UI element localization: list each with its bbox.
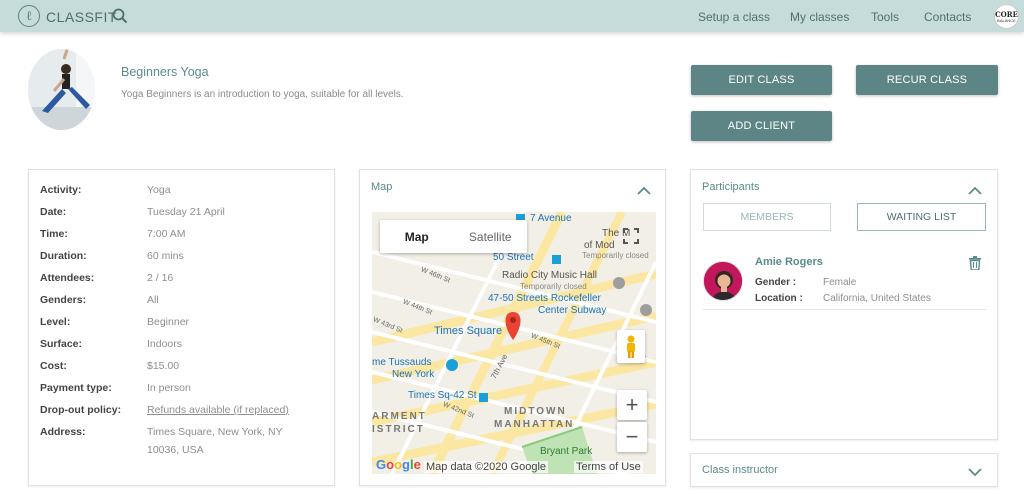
class-instructor-title: Class instructor: [702, 464, 778, 476]
top-navigation-bar: ℓ CLASSFIT Setup a class My classes Tool…: [0, 0, 1024, 32]
map-card-title: Map: [371, 181, 393, 193]
participant-gender-label: Gender :: [755, 277, 797, 288]
edit-class-button[interactable]: EDIT CLASS: [691, 65, 832, 95]
classfit-logo-icon[interactable]: ℓ: [18, 5, 40, 27]
class-details-card: Activity: Yoga Date: Tuesday 21 April Ti…: [28, 169, 335, 486]
nav-contacts[interactable]: Contacts: [924, 10, 971, 24]
terms-of-use-link[interactable]: Terms of Use: [574, 461, 643, 473]
participants-card: Participants MEMBERS WAITING LIST Amie R…: [690, 169, 998, 440]
detail-label: Duration:: [40, 250, 87, 262]
detail-label: Genders:: [40, 294, 87, 306]
map-label: Times Sq-42 St: [408, 390, 477, 401]
participant-gender: Female: [823, 277, 857, 288]
map-label: 7 Avenue: [530, 213, 572, 224]
tab-members[interactable]: MEMBERS: [703, 203, 831, 231]
tab-waiting-list[interactable]: WAITING LIST: [857, 203, 986, 231]
yoga-pose-illustration: [28, 49, 95, 130]
participant-avatar-illustration: [704, 262, 742, 300]
class-photo: [28, 49, 95, 130]
map-card: Map 7 Avenue The M of Mod Temporarily cl…: [359, 169, 666, 486]
google-logo[interactable]: Google: [376, 457, 421, 472]
chevron-down-icon[interactable]: [968, 467, 982, 477]
detail-label: Surface:: [40, 338, 83, 350]
detail-value: Times Square, New York, NY: [147, 426, 283, 438]
detail-label: Attendees:: [40, 272, 95, 284]
map-label: MANHATTAN: [494, 419, 575, 430]
brand-name[interactable]: CLASSFIT: [46, 9, 117, 25]
dropout-policy-link[interactable]: Refunds available (if replaced): [147, 404, 289, 416]
account-avatar-subtext: BALANCE: [997, 17, 1016, 23]
chevron-up-icon[interactable]: [637, 186, 651, 196]
detail-value: $15.00: [147, 360, 180, 372]
trash-icon[interactable]: [969, 256, 981, 270]
fullscreen-icon[interactable]: [623, 228, 639, 244]
detail-value: Indoors: [147, 338, 183, 350]
add-client-button[interactable]: ADD CLIENT: [691, 111, 832, 141]
detail-label: Date:: [40, 206, 67, 218]
map-label: Bryant Park: [540, 446, 593, 457]
detail-value: 60 mins: [147, 250, 184, 262]
detail-value-line-2: 10036, USA: [147, 444, 204, 456]
recur-class-button[interactable]: RECUR CLASS: [856, 65, 998, 95]
map-label: New York: [392, 369, 435, 380]
detail-value: All: [147, 294, 159, 306]
map-type-map[interactable]: Map: [380, 220, 454, 253]
chevron-up-icon[interactable]: [968, 186, 982, 196]
nav-setup-class[interactable]: Setup a class: [698, 10, 770, 24]
map-type-toggle: Map Satellite: [380, 220, 527, 253]
map-label: 47-50 Streets Rockefeller: [488, 293, 601, 304]
search-icon[interactable]: [112, 8, 128, 24]
class-description: Yoga Beginners is an introduction to yog…: [121, 89, 404, 100]
participant-name[interactable]: Amie Rogers: [755, 256, 823, 268]
nav-my-classes[interactable]: My classes: [790, 10, 849, 24]
map-label: Times Square: [434, 325, 503, 337]
detail-label: Payment type:: [40, 382, 112, 394]
detail-value: Yoga: [147, 184, 171, 196]
detail-value: In person: [147, 382, 191, 394]
map-label: ARMENT: [372, 411, 427, 422]
pegman-icon: [627, 335, 635, 358]
detail-label: Drop-out policy:: [40, 404, 122, 416]
nav-tools[interactable]: Tools: [871, 10, 899, 24]
map-label: me Tussauds: [372, 357, 432, 368]
detail-label: Activity:: [40, 184, 82, 196]
map-label: of Mod: [584, 240, 615, 251]
map-label: Temporarily closed: [582, 251, 649, 260]
map-data-attribution: Map data ©2020 Google: [424, 461, 549, 473]
map-view[interactable]: 7 Avenue The M of Mod Temporarily closed…: [372, 212, 656, 474]
zoom-in-button[interactable]: +: [617, 390, 647, 420]
map-type-satellite[interactable]: Satellite: [454, 220, 528, 253]
participant-location-label: Location :: [755, 293, 803, 304]
detail-value: 7:00 AM: [147, 228, 186, 240]
participant-divider: [703, 309, 987, 310]
class-instructor-card[interactable]: Class instructor: [690, 453, 998, 487]
map-label: ISTRICT: [372, 424, 425, 435]
zoom-out-button[interactable]: −: [617, 422, 647, 452]
map-label: 50 Street: [493, 252, 534, 263]
map-label: MIDTOWN: [504, 406, 567, 417]
participant-avatar: [703, 261, 743, 301]
detail-label: Level:: [40, 316, 71, 328]
detail-label: Time:: [40, 228, 68, 240]
class-title: Beginners Yoga: [121, 65, 209, 79]
detail-value: Beginner: [147, 316, 190, 328]
account-avatar-text: CORE: [995, 9, 1018, 19]
detail-label: Cost:: [40, 360, 67, 372]
detail-label: Address:: [40, 426, 86, 438]
account-avatar[interactable]: CORE BALANCE: [994, 4, 1019, 29]
detail-value: Tuesday 21 April: [147, 206, 225, 218]
street-view-pegman[interactable]: [617, 330, 645, 363]
participant-location: California, United States: [823, 293, 931, 304]
map-label: Radio City Music Hall: [502, 270, 598, 281]
map-label: Temporarily closed: [520, 282, 587, 291]
detail-value: 2 / 16: [147, 272, 174, 284]
participants-title: Participants: [702, 181, 760, 193]
map-label: Center Subway: [538, 305, 607, 316]
